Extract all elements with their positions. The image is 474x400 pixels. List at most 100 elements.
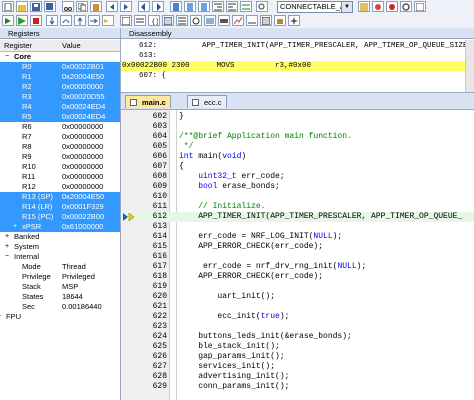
value-column-header[interactable]: Value bbox=[62, 40, 81, 51]
disassembly-window-icon[interactable] bbox=[134, 15, 146, 26]
register-value[interactable]: 0x00000000 bbox=[62, 122, 103, 132]
disassembly-line[interactable]: 607: { bbox=[139, 71, 166, 81]
register-row[interactable]: R12 0x00000000 bbox=[0, 182, 120, 192]
code-line[interactable]: 617 err_code = nrf_drv_rng_init(NULL); bbox=[121, 262, 474, 272]
register-value[interactable]: 0x00022B01 bbox=[62, 62, 104, 72]
chevron-down-icon[interactable]: ▼ bbox=[341, 2, 352, 12]
collapse-icon[interactable]: − bbox=[5, 52, 9, 62]
comment-icon[interactable] bbox=[240, 1, 252, 12]
register-row[interactable]: R15 (PC) 0x00022B00 bbox=[0, 212, 120, 222]
memory-window-icon[interactable] bbox=[204, 15, 216, 26]
serial-window-icon[interactable] bbox=[218, 15, 230, 26]
register-row[interactable]: R4 0x00024ED4 bbox=[0, 102, 120, 112]
code-line[interactable]: 608 uint32_t err_code; bbox=[121, 172, 474, 182]
register-value[interactable]: MSP bbox=[62, 282, 78, 292]
step-into-icon[interactable] bbox=[46, 15, 58, 26]
find-icon[interactable] bbox=[256, 1, 268, 12]
expand-icon[interactable]: + bbox=[0, 312, 1, 322]
redo-icon[interactable] bbox=[120, 1, 132, 12]
code-text[interactable]: services_init(); bbox=[179, 362, 275, 372]
copy-icon[interactable] bbox=[76, 1, 88, 12]
code-line[interactable]: 609 bool erase_bonds; bbox=[121, 182, 474, 192]
code-line[interactable]: 612 APP_TIMER_INIT(APP_TIMER_PRESCALER, … bbox=[121, 212, 474, 222]
paste-icon[interactable] bbox=[90, 1, 102, 12]
code-line[interactable]: 603 bbox=[121, 122, 474, 132]
register-column-header[interactable]: Register bbox=[4, 40, 32, 51]
expand-icon[interactable]: + bbox=[5, 242, 9, 252]
code-line[interactable]: 622 ecc_init(true); bbox=[121, 312, 474, 322]
code-line[interactable]: 610 bbox=[121, 192, 474, 202]
register-row[interactable]: R1 0x20004E50 bbox=[0, 72, 120, 82]
reset-icon[interactable] bbox=[2, 15, 14, 26]
code-text[interactable]: uart_init(); bbox=[179, 292, 275, 302]
register-row[interactable]: Privilege Privileged bbox=[0, 272, 120, 282]
code-text[interactable]: } bbox=[179, 112, 184, 122]
collapse-icon[interactable]: − bbox=[5, 252, 9, 262]
register-row[interactable]: R0 0x00022B01 bbox=[0, 62, 120, 72]
code-line[interactable]: 615 APP_ERROR_CHECK(err_code); bbox=[121, 242, 474, 252]
code-line[interactable]: 604 /**@brief Application main function. bbox=[121, 132, 474, 142]
register-row[interactable]: R9 0x00000000 bbox=[0, 152, 120, 162]
code-line[interactable]: 621 bbox=[121, 302, 474, 312]
forward-icon[interactable] bbox=[152, 1, 164, 12]
incremental-find-icon[interactable] bbox=[372, 1, 384, 12]
code-line[interactable]: 602} bbox=[121, 112, 474, 122]
bookmark-icon[interactable] bbox=[170, 1, 182, 12]
command-window-icon[interactable] bbox=[120, 15, 132, 26]
code-text[interactable]: gap_params_init(); bbox=[179, 352, 284, 362]
register-row[interactable]: R6 0x00000000 bbox=[0, 122, 120, 132]
register-value[interactable]: 0x0001F329 bbox=[62, 202, 104, 212]
code-text[interactable]: bool erase_bonds; bbox=[179, 182, 280, 192]
code-text[interactable]: /**@brief Application main function. bbox=[179, 132, 352, 142]
code-line[interactable]: 624 buttons_leds_init(&erase_bonds); bbox=[121, 332, 474, 342]
analysis-window-icon[interactable] bbox=[232, 15, 244, 26]
register-value[interactable]: 0x00024ED4 bbox=[62, 102, 105, 112]
register-row[interactable]: R10 0x00000000 bbox=[0, 162, 120, 172]
registers-window-icon[interactable] bbox=[162, 15, 174, 26]
register-row[interactable]: + System bbox=[0, 242, 120, 252]
find-in-files-icon[interactable] bbox=[358, 1, 370, 12]
system-viewer-icon[interactable] bbox=[260, 15, 272, 26]
register-value[interactable]: 0.00186440 bbox=[62, 302, 102, 312]
register-value[interactable]: 0x00020D55 bbox=[62, 92, 105, 102]
watch-window-icon[interactable] bbox=[190, 15, 202, 26]
code-line[interactable]: 628 advertising_init(); bbox=[121, 372, 474, 382]
debug-settings-icon[interactable] bbox=[288, 15, 300, 26]
code-line[interactable]: 606 int main(void) bbox=[121, 152, 474, 162]
register-value[interactable]: 0x00000000 bbox=[62, 132, 103, 142]
code-text[interactable]: */ bbox=[179, 142, 194, 152]
step-over-icon[interactable] bbox=[60, 15, 72, 26]
window-layout-icon[interactable] bbox=[414, 1, 426, 12]
register-row[interactable]: + FPU bbox=[0, 312, 120, 322]
code-line[interactable]: 625 ble_stack_init(); bbox=[121, 342, 474, 352]
tab-ecc-c[interactable]: ecc.c bbox=[187, 95, 227, 108]
register-value[interactable]: 0x20004E50 bbox=[62, 192, 104, 202]
disassembly-scrollbar[interactable] bbox=[465, 40, 474, 92]
code-line[interactable]: 616 bbox=[121, 252, 474, 262]
expand-icon[interactable]: + bbox=[13, 222, 17, 232]
disassembly-line[interactable]: 612: APP_TIMER_INIT(APP_TIMER_PRESCALER,… bbox=[139, 41, 474, 51]
code-line[interactable]: 611 // Initialize. bbox=[121, 202, 474, 212]
trace-window-icon[interactable] bbox=[246, 15, 258, 26]
register-value[interactable]: Thread bbox=[62, 262, 86, 272]
register-row[interactable]: R13 (SP) 0x20004E50 bbox=[0, 192, 120, 202]
register-value[interactable]: 0x00022B00 bbox=[62, 212, 104, 222]
code-text[interactable]: APP_TIMER_INIT(APP_TIMER_PRESCALER, APP_… bbox=[179, 212, 462, 222]
code-text[interactable]: APP_ERROR_CHECK(err_code); bbox=[179, 272, 323, 282]
register-value[interactable]: Privileged bbox=[62, 272, 95, 282]
code-line[interactable]: 620 uart_init(); bbox=[121, 292, 474, 302]
bookmark-prev-icon[interactable] bbox=[184, 1, 196, 12]
expand-icon[interactable]: + bbox=[5, 232, 9, 242]
toolbox-icon[interactable] bbox=[274, 15, 286, 26]
cut-icon[interactable] bbox=[62, 1, 74, 12]
register-value[interactable]: 0x00000000 bbox=[62, 172, 103, 182]
register-row[interactable]: R8 0x00000000 bbox=[0, 142, 120, 152]
register-row[interactable]: R7 0x00000000 bbox=[0, 132, 120, 142]
indent-icon[interactable] bbox=[212, 1, 224, 12]
code-text[interactable]: err_code = nrf_drv_rng_init(NULL); bbox=[179, 262, 366, 272]
register-row[interactable]: R11 0x00000000 bbox=[0, 172, 120, 182]
save-all-icon[interactable] bbox=[44, 1, 56, 12]
register-row[interactable]: States 18644 bbox=[0, 292, 120, 302]
code-text[interactable]: ble_stack_init(); bbox=[179, 342, 280, 352]
code-line[interactable]: 626 gap_params_init(); bbox=[121, 352, 474, 362]
